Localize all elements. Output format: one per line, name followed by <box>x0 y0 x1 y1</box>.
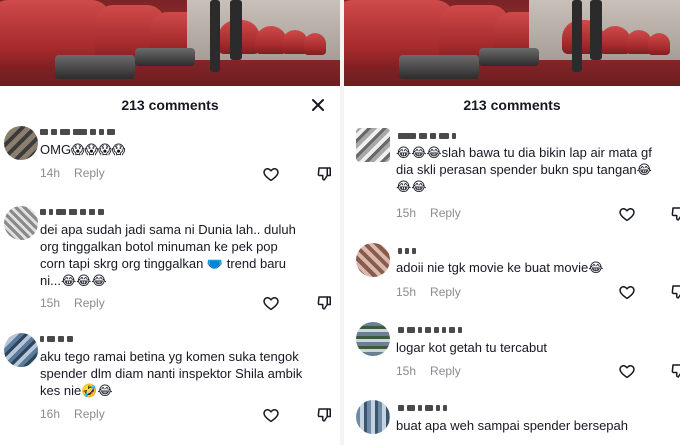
username-pixelated[interactable] <box>398 130 456 142</box>
avatar[interactable] <box>356 322 390 356</box>
thumbs-down-outline-icon[interactable] <box>316 294 334 312</box>
comment-meta: 14h Reply <box>40 166 105 180</box>
seat-armrest <box>479 48 539 66</box>
reply-button[interactable]: Reply <box>430 206 461 220</box>
video-background <box>344 0 680 86</box>
seat-armrest <box>55 55 135 79</box>
heart-outline-icon[interactable] <box>262 406 280 424</box>
person-leg <box>230 0 242 60</box>
heart-outline-icon[interactable] <box>262 294 280 312</box>
username-pixelated[interactable] <box>398 324 462 336</box>
comments-sheet: 213 comments OMG😱😱😱😱 14h Reply dei apa s… <box>0 86 340 445</box>
thumbs-down-outline-icon[interactable] <box>670 205 680 223</box>
comment-time: 15h <box>396 206 417 220</box>
video-background <box>0 0 340 86</box>
close-icon[interactable] <box>308 95 328 115</box>
comment-time: 15h <box>396 285 417 299</box>
person-leg <box>590 0 602 60</box>
reply-button[interactable]: Reply <box>74 296 105 310</box>
thumbs-down-outline-icon[interactable] <box>316 165 334 183</box>
avatar[interactable] <box>4 126 38 160</box>
comment-time: 15h <box>396 364 417 378</box>
avatar[interactable] <box>4 333 38 367</box>
comment-item: buat apa weh sampai spender bersepah <box>344 398 680 445</box>
heart-outline-icon[interactable] <box>618 205 636 223</box>
person-leg <box>572 0 582 72</box>
heart-outline-icon[interactable] <box>618 283 636 301</box>
comment-item: aku tego ramai betina yg komen suka teng… <box>0 331 340 426</box>
username-pixelated[interactable] <box>40 333 73 345</box>
comment-text: dei apa sudah jadi sama ni Dunia lah.. d… <box>40 222 296 288</box>
comments-sheet: 213 comments 😂😂😂slah bawa tu dia bikin l… <box>344 86 680 445</box>
heart-outline-icon[interactable] <box>262 165 280 183</box>
cinema-seat <box>304 33 326 55</box>
username-pixelated[interactable] <box>40 206 104 218</box>
username-pixelated[interactable] <box>40 126 115 138</box>
comment-item: dei apa sudah jadi sama ni Dunia lah.. d… <box>0 204 340 314</box>
comment-text: logar kot getah tu tercabut <box>396 340 548 355</box>
comment-item: adoii nie tgk movie ke buat movie😂 15h R… <box>344 241 680 306</box>
heart-outline-icon[interactable] <box>618 362 636 380</box>
comments-count-title: 213 comments <box>463 97 561 113</box>
comments-panel-right: 213 comments 😂😂😂slah bawa tu dia bikin l… <box>344 0 680 445</box>
comment-item: 😂😂😂slah bawa tu dia bikin lap air mata g… <box>344 126 680 226</box>
comment-text: aku tego ramai betina yg komen suka teng… <box>40 349 303 398</box>
comment-text: OMG😱😱😱😱 <box>40 142 126 157</box>
comments-panel-left: 213 comments OMG😱😱😱😱 14h Reply dei apa s… <box>0 0 340 445</box>
comment-item: OMG😱😱😱😱 14h Reply <box>0 124 340 184</box>
comment-time: 15h <box>40 296 61 310</box>
comments-count-title: 213 comments <box>121 97 219 113</box>
comment-meta: 15h Reply <box>396 364 461 378</box>
thumbs-down-outline-icon[interactable] <box>670 283 680 301</box>
thumbs-down-outline-icon[interactable] <box>670 362 680 380</box>
comment-time: 16h <box>40 407 61 421</box>
username-pixelated[interactable] <box>398 245 416 257</box>
comment-text: adoii nie tgk movie ke buat movie😂 <box>396 260 604 275</box>
comment-time: 14h <box>40 166 61 180</box>
reply-button[interactable]: Reply <box>430 364 461 378</box>
reply-button[interactable]: Reply <box>74 407 105 421</box>
comment-meta: 16h Reply <box>40 407 105 421</box>
comments-header: 213 comments <box>344 86 680 124</box>
comment-meta: 15h Reply <box>40 296 105 310</box>
comments-header: 213 comments <box>0 86 340 124</box>
reply-button[interactable]: Reply <box>430 285 461 299</box>
comment-item: logar kot getah tu tercabut 15h Reply <box>344 320 680 385</box>
avatar[interactable] <box>356 128 390 162</box>
username-pixelated[interactable] <box>398 402 447 414</box>
seat-armrest <box>399 55 479 79</box>
comment-meta: 15h Reply <box>396 285 461 299</box>
person-leg <box>210 0 220 72</box>
avatar[interactable] <box>4 206 38 240</box>
comment-text: buat apa weh sampai spender bersepah <box>396 418 628 433</box>
seat-armrest <box>135 48 195 66</box>
cinema-seat <box>648 33 670 55</box>
avatar[interactable] <box>356 243 390 277</box>
comment-meta: 15h Reply <box>396 206 461 220</box>
avatar[interactable] <box>356 400 390 434</box>
reply-button[interactable]: Reply <box>74 166 105 180</box>
comment-text: 😂😂😂slah bawa tu dia bikin lap air mata g… <box>396 145 652 194</box>
thumbs-down-outline-icon[interactable] <box>316 406 334 424</box>
